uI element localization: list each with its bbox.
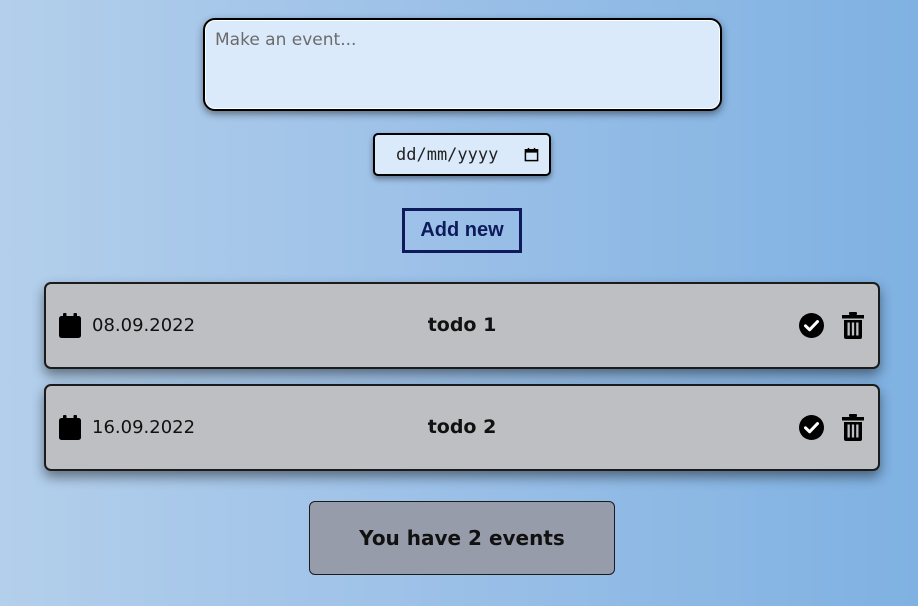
date-placeholder: dd/mm/yyyy	[396, 144, 499, 165]
calendar-icon	[59, 415, 81, 440]
event-counter-text: You have 2 events	[359, 526, 565, 550]
calendar-picker-icon[interactable]	[524, 147, 539, 162]
add-new-button[interactable]: Add new	[402, 208, 522, 253]
event-list: 08.09.2022 todo 1 16.09.2022 todo 2	[44, 282, 880, 486]
trash-icon[interactable]	[842, 312, 864, 339]
event-actions	[799, 386, 864, 469]
check-circle-icon[interactable]	[799, 313, 824, 338]
event-input[interactable]	[203, 18, 722, 111]
event-item: 08.09.2022 todo 1	[44, 282, 880, 369]
trash-icon[interactable]	[842, 414, 864, 441]
event-counter: You have 2 events	[309, 501, 615, 575]
calendar-icon	[59, 313, 81, 338]
date-input[interactable]: dd/mm/yyyy	[373, 133, 551, 176]
event-item: 16.09.2022 todo 2	[44, 384, 880, 471]
event-actions	[799, 284, 864, 367]
event-date: 16.09.2022	[59, 386, 195, 469]
event-date-text: 16.09.2022	[92, 417, 196, 438]
event-date-text: 08.09.2022	[92, 315, 196, 336]
event-date: 08.09.2022	[59, 284, 195, 367]
check-circle-icon[interactable]	[799, 415, 824, 440]
